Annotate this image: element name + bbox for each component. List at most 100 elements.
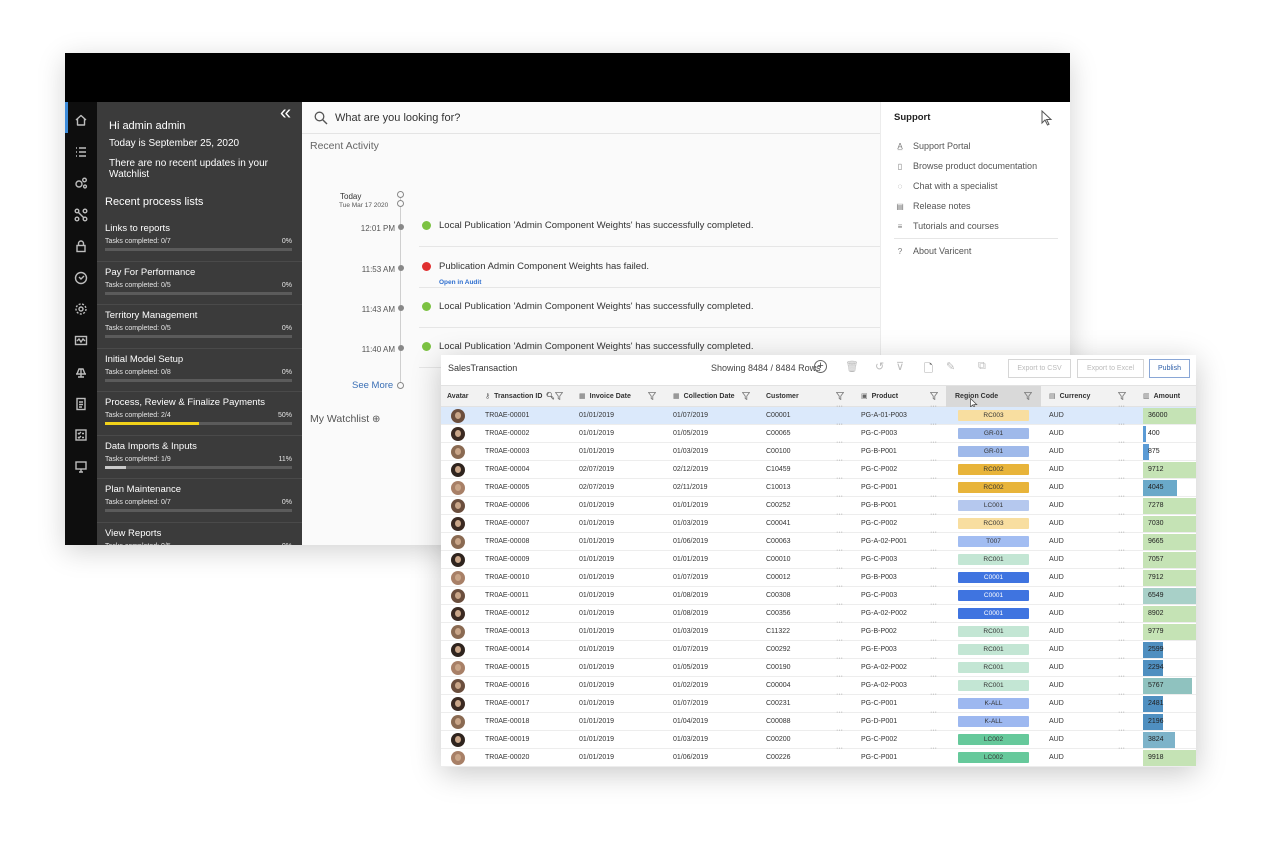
more-options-icon[interactable]: ··· <box>1118 565 1125 572</box>
cell-product[interactable]: PG-A-02-P002 <box>861 605 907 623</box>
cell-invoice-date[interactable]: 01/01/2019 <box>579 641 614 659</box>
table-row[interactable]: TR0AE-00013 01/01/2019 01/03/2019 C11322 ···… <box>441 619 1196 641</box>
cell-invoice-date[interactable]: 01/01/2019 <box>579 443 614 461</box>
region-code-chip[interactable]: LC002 <box>958 752 1029 763</box>
more-options-icon[interactable]: ··· <box>1118 619 1125 626</box>
process-list-icon[interactable] <box>72 143 90 161</box>
more-options-icon[interactable]: ··· <box>1118 655 1125 662</box>
region-code-chip[interactable]: RC001 <box>958 554 1029 565</box>
cell-currency[interactable]: AUD <box>1049 659 1064 677</box>
region-code-chip[interactable]: GR-01 <box>958 446 1029 457</box>
cell-invoice-date[interactable]: 01/01/2019 <box>579 677 614 695</box>
table-row[interactable]: TR0AE-00017 01/01/2019 01/07/2019 C00231 ···… <box>441 691 1196 713</box>
more-options-icon[interactable]: ··· <box>836 565 843 572</box>
region-code-chip[interactable]: RC003 <box>958 410 1029 421</box>
table-row[interactable]: TR0AE-00016 01/01/2019 01/02/2019 C00004 ···… <box>441 673 1196 695</box>
cell-amount[interactable]: 2481 <box>1148 695 1164 713</box>
more-options-icon[interactable]: ··· <box>1118 457 1125 464</box>
cell-transaction-id[interactable]: TR0AE-00005 <box>485 479 529 497</box>
more-options-icon[interactable]: ··· <box>930 583 937 590</box>
cell-transaction-id[interactable]: TR0AE-00020 <box>485 749 529 767</box>
table-row[interactable]: TR0AE-00006 01/01/2019 01/01/2019 C00252 ···… <box>441 493 1196 515</box>
cell-collection-date[interactable]: 01/08/2019 <box>673 605 708 623</box>
region-code-chip[interactable]: RC001 <box>958 662 1029 673</box>
more-options-icon[interactable]: ··· <box>930 403 937 410</box>
more-options-icon[interactable]: ··· <box>1118 601 1125 608</box>
more-options-icon[interactable]: ··· <box>836 601 843 608</box>
table-row[interactable]: TR0AE-00010 01/01/2019 01/07/2019 C00012 ···… <box>441 565 1196 587</box>
cell-collection-date[interactable]: 01/03/2019 <box>673 515 708 533</box>
search-input[interactable]: What are you looking for? <box>335 112 460 124</box>
more-options-icon[interactable]: ··· <box>930 529 937 536</box>
cell-currency[interactable]: AUD <box>1049 641 1064 659</box>
cell-amount[interactable]: 6549 <box>1148 587 1164 605</box>
region-code-chip[interactable]: C0001 <box>958 572 1029 583</box>
cell-collection-date[interactable]: 01/07/2019 <box>673 407 708 425</box>
table-row[interactable]: TR0AE-00015 01/01/2019 01/05/2019 C00190 ···… <box>441 655 1196 677</box>
cell-customer[interactable]: C00292 <box>766 641 791 659</box>
cell-invoice-date[interactable]: 01/01/2019 <box>579 407 614 425</box>
cell-invoice-date[interactable]: 01/01/2019 <box>579 569 614 587</box>
table-row[interactable]: TR0AE-00008 01/01/2019 01/06/2019 C00063 ···… <box>441 529 1196 551</box>
col-transaction-id[interactable]: ⚷ Transaction ID <box>485 386 542 408</box>
more-options-icon[interactable]: ··· <box>1118 421 1125 428</box>
cell-currency[interactable]: AUD <box>1049 533 1064 551</box>
workflow-icon[interactable] <box>72 206 90 224</box>
filter-icon[interactable] <box>1024 392 1032 400</box>
cell-transaction-id[interactable]: TR0AE-00002 <box>485 425 529 443</box>
cell-invoice-date[interactable]: 01/01/2019 <box>579 425 614 443</box>
cell-transaction-id[interactable]: TR0AE-00009 <box>485 551 529 569</box>
cell-amount[interactable]: 4045 <box>1148 479 1164 497</box>
home-icon[interactable] <box>72 111 90 129</box>
cell-collection-date[interactable]: 01/07/2019 <box>673 569 708 587</box>
support-item[interactable]: ▤ Release notes <box>894 201 970 215</box>
more-options-icon[interactable]: ··· <box>930 511 937 518</box>
cell-amount[interactable]: 7912 <box>1148 569 1164 587</box>
cell-amount[interactable]: 3824 <box>1148 731 1164 749</box>
more-options-icon[interactable]: ··· <box>836 421 843 428</box>
cell-amount[interactable]: 8902 <box>1148 605 1164 623</box>
cell-amount[interactable]: 2196 <box>1148 713 1164 731</box>
more-options-icon[interactable]: ··· <box>836 673 843 680</box>
process-list-item[interactable]: Plan Maintenance Tasks completed: 0/7 0% <box>97 479 302 523</box>
region-code-chip[interactable]: GR-01 <box>958 428 1029 439</box>
cell-product[interactable]: PG-A-02-P003 <box>861 677 907 695</box>
more-options-icon[interactable]: ··· <box>836 727 843 734</box>
region-code-chip[interactable]: C0001 <box>958 608 1029 619</box>
more-options-icon[interactable]: ··· <box>1118 547 1125 554</box>
cell-invoice-date[interactable]: 01/01/2019 <box>579 533 614 551</box>
region-code-chip[interactable]: C0001 <box>958 590 1029 601</box>
cell-invoice-date[interactable]: 01/01/2019 <box>579 749 614 767</box>
more-options-icon[interactable]: ··· <box>1118 493 1125 500</box>
table-row[interactable]: TR0AE-00019 01/01/2019 01/03/2019 C00200 ···… <box>441 727 1196 749</box>
more-options-icon[interactable]: ··· <box>836 475 843 482</box>
monitor-icon[interactable] <box>72 332 90 350</box>
table-row[interactable]: TR0AE-00009 01/01/2019 01/01/2019 C00010 ···… <box>441 547 1196 569</box>
cell-collection-date[interactable]: 01/01/2019 <box>673 497 708 515</box>
cell-product[interactable]: PG-C-P003 <box>861 551 897 569</box>
cell-customer[interactable]: C00010 <box>766 551 791 569</box>
more-options-icon[interactable]: ··· <box>1118 709 1125 716</box>
region-code-chip[interactable]: K-ALL <box>958 698 1029 709</box>
cell-transaction-id[interactable]: TR0AE-00011 <box>485 587 529 605</box>
presentation-icon[interactable] <box>72 458 90 476</box>
process-list-item[interactable]: Links to reports Tasks completed: 0/7 0% <box>97 218 302 262</box>
table-row[interactable]: TR0AE-00002 01/01/2019 01/05/2019 C00065 ···… <box>441 421 1196 443</box>
cell-transaction-id[interactable]: TR0AE-00001 <box>485 407 529 425</box>
more-options-icon[interactable]: ··· <box>930 601 937 608</box>
cell-transaction-id[interactable]: TR0AE-00007 <box>485 515 529 533</box>
region-code-chip[interactable]: LC002 <box>958 734 1029 745</box>
cell-product[interactable]: PG-A-02-P001 <box>861 533 907 551</box>
cell-currency[interactable]: AUD <box>1049 461 1064 479</box>
more-options-icon[interactable]: ··· <box>1118 475 1125 482</box>
cell-currency[interactable]: AUD <box>1049 605 1064 623</box>
more-options-icon[interactable]: ··· <box>1118 439 1125 446</box>
search-col-icon[interactable]: 🔍︎ <box>546 386 555 408</box>
cell-amount[interactable]: 7057 <box>1148 551 1164 569</box>
cell-amount[interactable]: 7278 <box>1148 497 1164 515</box>
cell-currency[interactable]: AUD <box>1049 623 1064 641</box>
undo-icon[interactable]: ↺ <box>875 360 884 373</box>
support-item[interactable]: ≡ Tutorials and courses <box>894 221 999 235</box>
cell-invoice-date[interactable]: 01/01/2019 <box>579 497 614 515</box>
settings-icon[interactable] <box>72 300 90 318</box>
